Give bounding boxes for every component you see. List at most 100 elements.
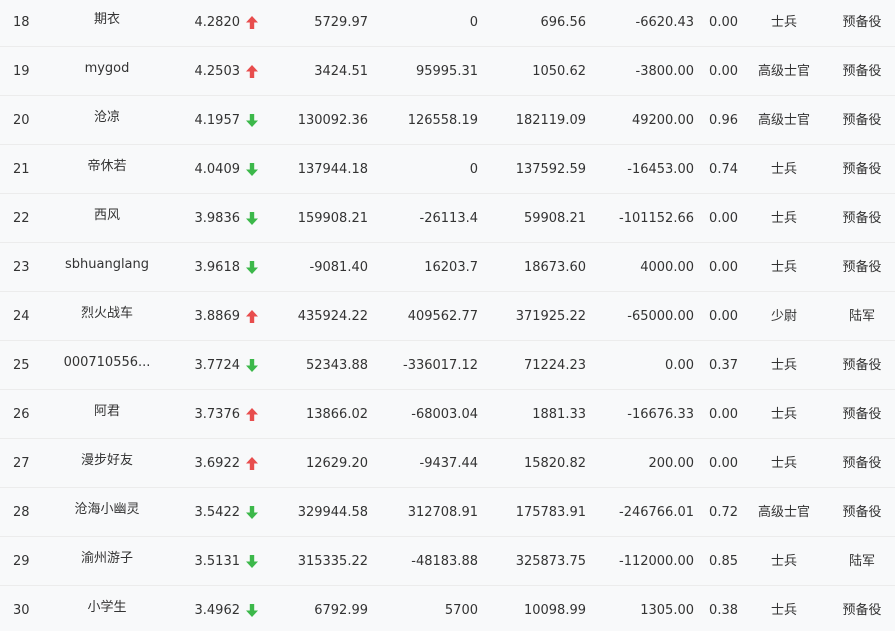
value-2: -48183.88 (411, 554, 478, 569)
military-rank: 士兵 (770, 15, 797, 30)
user-name-link[interactable]: 小学生 (62, 586, 152, 631)
military-rank: 高级士官 (757, 505, 810, 520)
table-row[interactable]: 26 阿君 3.7376 13866.02 -68003.04 1881.33 … (0, 390, 895, 439)
table-row[interactable]: 21 帝休若 4.0409 137944.18 0 137592.59 -164… (0, 145, 895, 194)
ratio-value: 0.00 (709, 15, 738, 30)
user-name-link[interactable]: 帝休若 (62, 145, 152, 194)
value-3: 696.56 (540, 15, 587, 30)
military-rank: 士兵 (770, 260, 797, 275)
rank-number: 21 (13, 162, 30, 177)
user-name-link[interactable]: 渝州游子 (62, 537, 152, 586)
military-rank: 士兵 (770, 358, 797, 373)
ratio-value: 0.96 (709, 113, 738, 128)
user-name-link[interactable]: 西风 (62, 194, 152, 243)
rank-number: 28 (13, 505, 30, 520)
rank-number: 29 (13, 554, 30, 569)
user-name-link[interactable]: 期衣 (62, 0, 152, 47)
service-branch: 预备役 (842, 358, 882, 373)
value-1: 13866.02 (305, 407, 368, 422)
military-rank: 高级士官 (757, 64, 810, 79)
ratio-value: 0.00 (709, 456, 738, 471)
value-3: 182119.09 (515, 113, 586, 128)
military-rank: 少尉 (770, 309, 797, 324)
user-name-link[interactable]: mygod (62, 47, 152, 96)
value-2: -68003.04 (411, 407, 478, 422)
value-1: 159908.21 (297, 211, 368, 226)
user-name-link[interactable]: 000710556... (62, 341, 152, 390)
value-4: -101152.66 (619, 211, 694, 226)
value-2: -336017.12 (403, 358, 478, 373)
user-name-link[interactable]: sbhuanglang (62, 243, 152, 292)
value-2: 312708.91 (407, 505, 478, 520)
rank-number: 26 (13, 407, 30, 422)
value-2: 0 (469, 162, 478, 177)
user-name-link[interactable]: 漫步好友 (62, 439, 152, 488)
score-value: 3.9618 (194, 260, 241, 275)
ratio-value: 0.37 (709, 358, 738, 373)
value-2: 95995.31 (415, 64, 478, 79)
table-row[interactable]: 27 漫步好友 3.6922 12629.20 -9437.44 15820.8… (0, 439, 895, 488)
value-3: 175783.91 (515, 505, 586, 520)
ratio-value: 0.72 (709, 505, 738, 520)
value-1: 6792.99 (314, 603, 368, 618)
user-name-link[interactable]: 阿君 (62, 390, 152, 439)
score-value: 4.0409 (194, 162, 241, 177)
score-value: 3.7376 (194, 407, 241, 422)
rank-number: 25 (13, 358, 30, 373)
score-value: 3.8869 (194, 309, 241, 324)
value-4: -16453.00 (627, 162, 694, 177)
value-1: -9081.40 (309, 260, 368, 275)
value-3: 59908.21 (523, 211, 586, 226)
user-name-link[interactable]: 烈火战车 (62, 292, 152, 341)
value-4: -246766.01 (619, 505, 694, 520)
user-name-link[interactable]: 沧海小幽灵 (62, 488, 152, 537)
arrow-down-icon (246, 96, 260, 145)
table-row[interactable]: 28 沧海小幽灵 3.5422 329944.58 312708.91 1757… (0, 488, 895, 537)
value-4: 0.00 (665, 358, 694, 373)
table-row[interactable]: 30 小学生 3.4962 6792.99 5700 10098.99 1305… (0, 586, 895, 631)
value-2: 16203.7 (424, 260, 478, 275)
score-value: 3.6922 (194, 456, 241, 471)
score-value: 3.5131 (194, 554, 241, 569)
table-row[interactable]: 22 西风 3.9836 159908.21 -26113.4 59908.21… (0, 194, 895, 243)
arrow-up-icon (246, 0, 260, 47)
table-row[interactable]: 23 sbhuanglang 3.9618 -9081.40 16203.7 1… (0, 243, 895, 292)
service-branch: 预备役 (842, 113, 882, 128)
arrow-down-icon (246, 537, 260, 586)
service-branch: 预备役 (842, 505, 882, 520)
score-value: 4.2503 (194, 64, 241, 79)
service-branch: 陆军 (848, 309, 875, 324)
value-1: 435924.22 (297, 309, 368, 324)
table-row[interactable]: 18 期衣 4.2820 5729.97 0 696.56 -6620.43 0… (0, 0, 895, 47)
score-value: 3.7724 (194, 358, 241, 373)
ratio-value: 0.00 (709, 407, 738, 422)
value-3: 71224.23 (523, 358, 586, 373)
value-4: 49200.00 (631, 113, 694, 128)
arrow-down-icon (246, 194, 260, 243)
rank-number: 23 (13, 260, 30, 275)
military-rank: 士兵 (770, 603, 797, 618)
value-2: -9437.44 (419, 456, 478, 471)
arrow-down-icon (246, 243, 260, 292)
score-value: 4.2820 (194, 15, 241, 30)
value-1: 329944.58 (297, 505, 368, 520)
value-1: 3424.51 (314, 64, 368, 79)
value-2: 126558.19 (407, 113, 478, 128)
rank-number: 19 (13, 64, 30, 79)
table-row[interactable]: 19 mygod 4.2503 3424.51 95995.31 1050.62… (0, 47, 895, 96)
table-row[interactable]: 29 渝州游子 3.5131 315335.22 -48183.88 32587… (0, 537, 895, 586)
service-branch: 预备役 (842, 456, 882, 471)
table-row[interactable]: 24 烈火战车 3.8869 435924.22 409562.77 37192… (0, 292, 895, 341)
table-row[interactable]: 25 000710556... 3.7724 52343.88 -336017.… (0, 341, 895, 390)
value-4: -65000.00 (627, 309, 694, 324)
ratio-value: 0.38 (709, 603, 738, 618)
value-4: -112000.00 (619, 554, 694, 569)
arrow-down-icon (246, 488, 260, 537)
ratio-value: 0.00 (709, 260, 738, 275)
ratio-value: 0.00 (709, 64, 738, 79)
arrow-up-icon (246, 390, 260, 439)
military-rank: 士兵 (770, 162, 797, 177)
user-name-link[interactable]: 沧凉 (62, 96, 152, 145)
score-value: 4.1957 (194, 113, 241, 128)
table-row[interactable]: 20 沧凉 4.1957 130092.36 126558.19 182119.… (0, 96, 895, 145)
